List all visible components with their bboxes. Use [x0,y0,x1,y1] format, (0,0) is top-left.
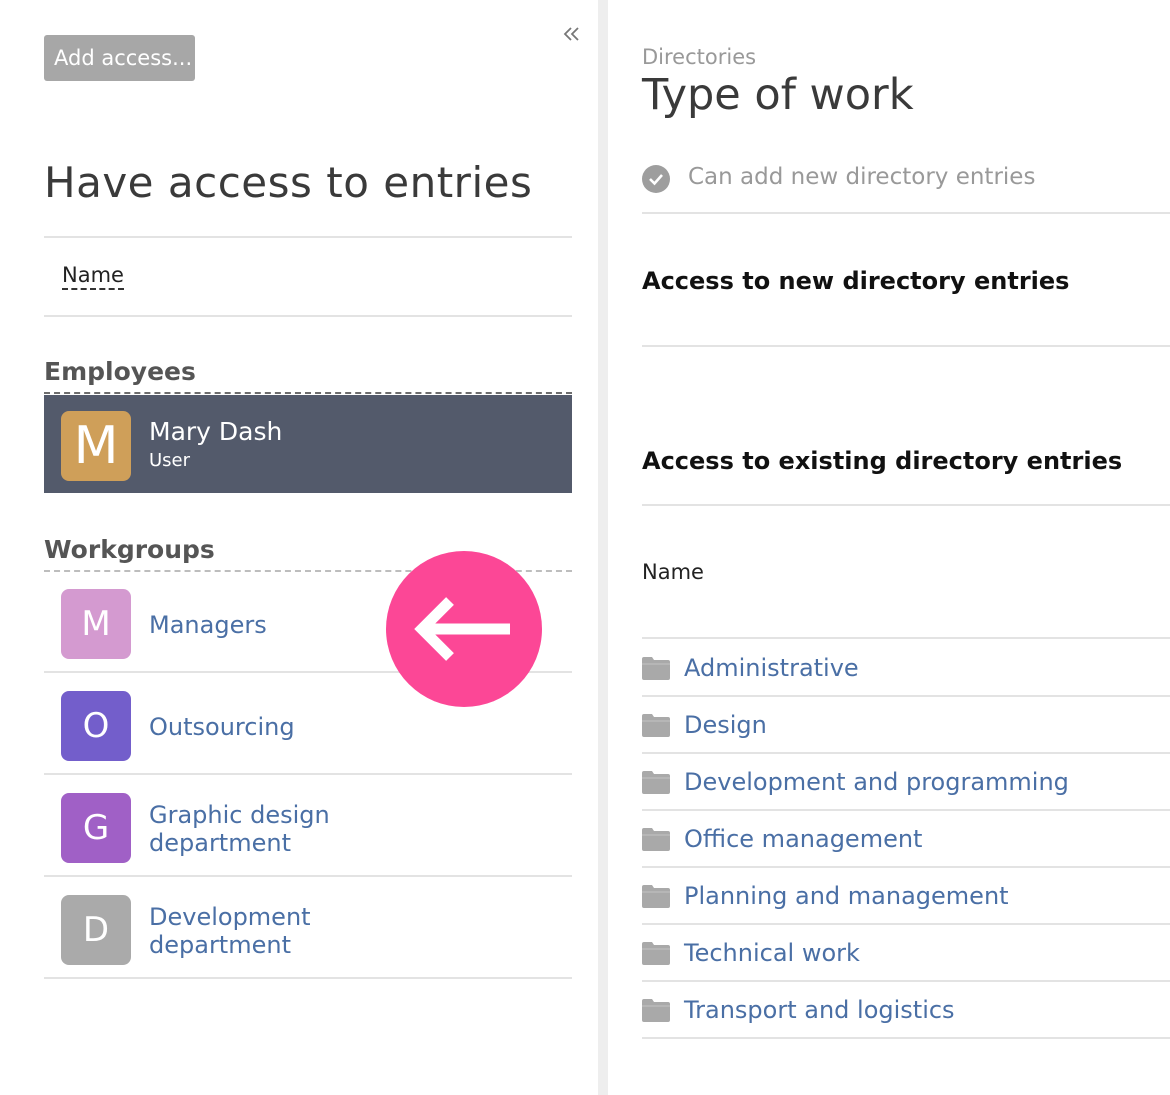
column-header-name: Name [642,560,704,584]
folder-icon [642,713,670,741]
divider [642,212,1170,214]
divider [44,392,572,394]
directory-entry-label: Administrative [684,654,859,682]
panel-splitter[interactable] [598,0,608,1095]
workgroup-name: Managers [149,611,267,639]
workgroup-name: Graphic design department [149,801,330,857]
double-chevron-left-icon[interactable] [560,22,584,46]
directory-entry-label: Development and programming [684,768,1069,796]
row-divider [642,1037,1170,1039]
workgroups-heading: Workgroups [44,535,215,564]
breadcrumb[interactable]: Directories [642,45,756,69]
avatar: G [61,793,131,863]
row-divider [44,773,572,775]
existing-entries-heading: Access to existing directory entries [642,447,1123,475]
workgroup-name: Outsourcing [149,713,295,741]
row-divider [44,977,572,979]
check-circle-icon [642,165,670,193]
divider [44,315,572,317]
employee-row-mary-dash[interactable]: M Mary Dash User [44,395,572,493]
directory-entry-row[interactable]: Administrative [642,640,1170,697]
employee-role: User [149,450,191,471]
folder-icon [642,827,670,855]
directory-entry-label: Planning and management [684,882,1009,910]
directory-entry-label: Design [684,711,767,739]
directory-entry-row[interactable]: Development and programming [642,754,1170,811]
directory-entry-row[interactable]: Design [642,697,1170,754]
folder-icon [642,770,670,798]
folder-icon [642,941,670,969]
directory-entry-row[interactable]: Office management [642,811,1170,868]
avatar: M [61,411,131,481]
new-entries-heading: Access to new directory entries [642,267,1070,295]
directory-entry-label: Transport and logistics [684,996,955,1024]
add-access-button[interactable]: Add access... [44,35,195,81]
access-panel: Add access... Have access to entries Nam… [0,0,598,1095]
divider [642,637,1170,639]
panel-title: Have access to entries [44,158,533,207]
directory-entry-row[interactable]: Technical work [642,925,1170,982]
sort-by-name-link[interactable]: Name [62,262,124,290]
back-button[interactable] [386,551,542,707]
workgroup-row-development[interactable]: D Development department [44,879,572,979]
arrow-left-icon [414,597,510,661]
directory-panel: Directories Type of work Can add new dir… [608,0,1170,1095]
folder-icon [642,998,670,1026]
workgroup-name: Development department [149,903,311,959]
divider [642,504,1170,506]
folder-icon [642,884,670,912]
permission-status: Can add new directory entries [688,164,1036,190]
avatar: D [61,895,131,965]
directory-entry-row[interactable]: Transport and logistics [642,982,1170,1039]
avatar: M [61,589,131,659]
row-divider [44,875,572,877]
divider [642,345,1170,347]
folder-icon [642,656,670,684]
directory-entry-label: Office management [684,825,923,853]
workgroup-row-graphic-design[interactable]: G Graphic design department [44,777,572,877]
employees-heading: Employees [44,357,196,386]
avatar: O [61,691,131,761]
divider [44,236,572,238]
directory-entry-row[interactable]: Planning and management [642,868,1170,925]
directory-entry-label: Technical work [684,939,860,967]
page-title: Type of work [642,70,914,120]
employee-name: Mary Dash [149,417,283,446]
